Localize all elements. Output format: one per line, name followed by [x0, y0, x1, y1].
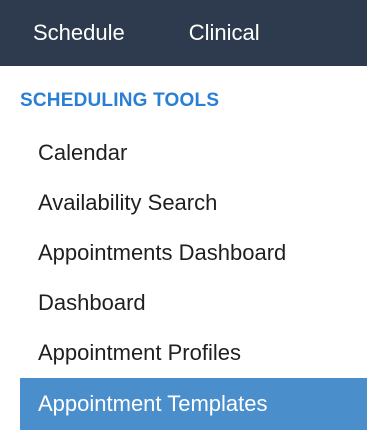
menu-item-availability-search[interactable]: Availability Search [0, 178, 367, 228]
scheduling-tools-menu: Calendar Availability Search Appointment… [0, 128, 367, 430]
tab-schedule[interactable]: Schedule [33, 20, 125, 46]
section-title-scheduling-tools: SCHEDULING TOOLS [20, 90, 220, 111]
menu-item-appointments-dashboard[interactable]: Appointments Dashboard [0, 228, 367, 278]
menu-item-dashboard[interactable]: Dashboard [0, 278, 367, 328]
menu-item-appointment-profiles[interactable]: Appointment Profiles [0, 328, 367, 378]
menu-item-calendar[interactable]: Calendar [0, 128, 367, 178]
menu-item-appointment-templates[interactable]: Appointment Templates [20, 378, 367, 430]
app-page: Schedule Clinical SCHEDULING TOOLS Calen… [0, 0, 367, 430]
tab-clinical[interactable]: Clinical [189, 20, 260, 46]
top-navigation-bar: Schedule Clinical [0, 0, 367, 66]
